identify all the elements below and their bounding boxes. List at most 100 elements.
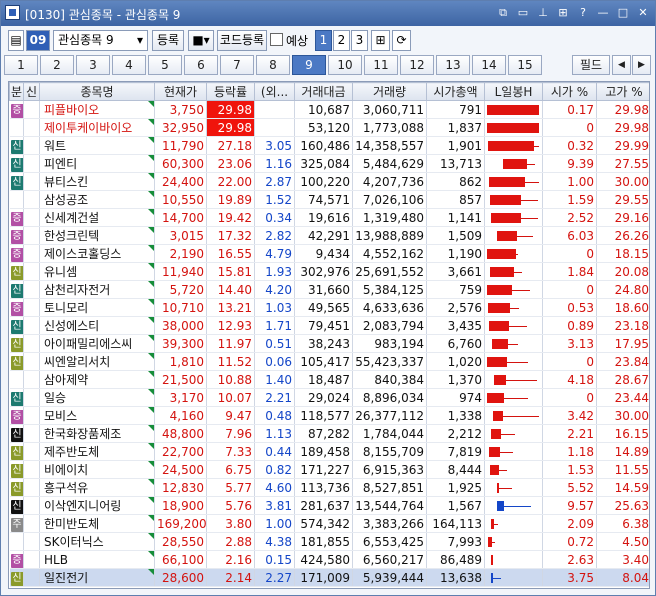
- new-flag-cell: [23, 262, 40, 281]
- table-row[interactable]: 삼아제약 21,500 10.88 1.40 18,487 840,384 1,370 4.1…: [9, 370, 649, 389]
- open-percent: 9.57: [542, 496, 597, 515]
- column-header[interactable]: 거래대금: [294, 82, 353, 101]
- stock-name: HLB: [39, 550, 155, 569]
- tab-3[interactable]: 3: [76, 55, 110, 75]
- stock-name-text: SK이터닉스: [44, 535, 104, 549]
- list-icon[interactable]: ▤: [8, 30, 24, 51]
- tab-13[interactable]: 13: [436, 55, 470, 75]
- tab-9[interactable]: 9: [292, 55, 326, 75]
- table-row[interactable]: 신 흥구석유 12,830 5.77 4.60 113,736 8,527,851 1,925…: [9, 478, 649, 497]
- change-rate: 19.42: [206, 208, 255, 227]
- tab-4[interactable]: 4: [112, 55, 146, 75]
- table-row[interactable]: 신 일진전기 28,600 2.14 2.27 171,009 5,939,444 13,63…: [9, 568, 649, 587]
- table-row[interactable]: 증 토니모리 10,710 13.21 1.03 49,565 4,633,636 2,576…: [9, 298, 649, 317]
- table-row[interactable]: 신 씨엔알리서치 1,810 11.52 0.06 105,417 55,423,337 1,…: [9, 352, 649, 371]
- table-row[interactable]: 증 한성크린텍 3,015 17.32 2.82 42,291 13,988,889 1,50…: [9, 226, 649, 245]
- register-button[interactable]: 등록: [152, 30, 184, 51]
- screen-icon[interactable]: ▭: [515, 5, 531, 21]
- refresh-icon[interactable]: ⟳: [392, 30, 411, 51]
- volume: 8,527,851: [352, 478, 427, 497]
- table-row[interactable]: 신 유니셈 11,940 15.81 1.93 302,976 25,691,552 3,66…: [9, 262, 649, 281]
- forecast-checkbox[interactable]: [270, 33, 283, 46]
- column-header[interactable]: L일봉H: [484, 82, 543, 101]
- tab-5[interactable]: 5: [148, 55, 182, 75]
- tab-10[interactable]: 10: [328, 55, 362, 75]
- market-cap: 7,819: [426, 442, 485, 461]
- table-row[interactable]: 신 이삭엔지니어링 18,900 5.76 3.81 281,637 13,544,764 1…: [9, 496, 649, 515]
- column-header[interactable]: 고가 %: [596, 82, 649, 101]
- menu-dropdown-button[interactable]: ■▾: [188, 30, 214, 51]
- volume: 14,358,557: [352, 136, 427, 155]
- column-header[interactable]: 신: [23, 82, 40, 101]
- close-icon[interactable]: ✕: [635, 5, 651, 21]
- column-header[interactable]: 시가 %: [542, 82, 597, 101]
- export-icon[interactable]: ⊞: [371, 30, 390, 51]
- badge-cell: 신: [9, 334, 24, 353]
- grid-icon[interactable]: ⊞: [555, 5, 571, 21]
- page-button-1[interactable]: 1: [315, 30, 332, 51]
- volume: 26,377,112: [352, 406, 427, 425]
- table-row[interactable]: 신 일승 3,170 10.07 2.21 29,024 8,896,034 974 0 23.4…: [9, 388, 649, 407]
- stock-name: 워트: [39, 136, 155, 155]
- market-badge: 신: [10, 337, 23, 352]
- flag-triangle-icon: [148, 443, 154, 449]
- tab-12[interactable]: 12: [400, 55, 434, 75]
- table-row[interactable]: 증 HLB 66,100 2.16 0.15 424,580 6,560,217 86,489…: [9, 550, 649, 569]
- table-row[interactable]: 신 워트 11,790 27.18 3.05 160,486 14,358,557 1,901…: [9, 136, 649, 155]
- table-row[interactable]: 신 아이패밀리에스씨 39,300 11.97 0.51 38,243 983,194 6,7…: [9, 334, 649, 353]
- table-row[interactable]: 삼성공조 10,550 19.89 1.52 74,571 7,026,106 857 1.5…: [9, 190, 649, 209]
- tab-1[interactable]: 1: [4, 55, 38, 75]
- table-row[interactable]: 제이투케이바이오 32,950 29.98 53,120 1,773,088 1,837 0…: [9, 118, 649, 137]
- trade-amount: 31,660: [294, 280, 353, 299]
- group-select[interactable]: 관심종목 9 ▾: [53, 30, 148, 51]
- table-row[interactable]: 신 뷰티스킨 24,400 22.00 2.87 100,220 4,207,736 862 1…: [9, 172, 649, 191]
- table-row[interactable]: 주 한미반도체 169,200 3.80 1.00 574,342 3,383,266 164…: [9, 514, 649, 533]
- market-badge: 신: [10, 481, 23, 496]
- tab-8[interactable]: 8: [256, 55, 290, 75]
- scroll-right-icon[interactable]: ▶: [632, 55, 651, 75]
- current-price: 21,500: [154, 370, 207, 389]
- app-icon: [5, 5, 20, 20]
- column-header[interactable]: 등락률: [206, 82, 255, 101]
- tab-14[interactable]: 14: [472, 55, 506, 75]
- link-icon[interactable]: ⧉: [495, 5, 511, 21]
- table-row[interactable]: 신 제주반도체 22,700 7.33 0.44 189,458 8,155,709 7,81…: [9, 442, 649, 461]
- table-row[interactable]: 신 비에이치 24,500 6.75 0.82 171,227 6,915,363 8,444…: [9, 460, 649, 479]
- table-row[interactable]: 증 모비스 4,160 9.47 0.48 118,577 26,377,112 1,338 3…: [9, 406, 649, 425]
- field-button[interactable]: 필드: [572, 55, 610, 75]
- column-header[interactable]: (외...: [254, 82, 295, 101]
- table-row[interactable]: 증 제이스코홀딩스 2,190 16.55 4.79 9,434 4,552,162 1,19…: [9, 244, 649, 263]
- scroll-left-icon[interactable]: ◀: [612, 55, 631, 75]
- daily-candle: [487, 138, 540, 154]
- minimize-icon[interactable]: —: [595, 5, 611, 21]
- candle-cell: [484, 172, 543, 191]
- open-percent: 0: [542, 244, 597, 263]
- open-percent: 5.52: [542, 478, 597, 497]
- table-row[interactable]: 신 한국화장품제조 48,800 7.96 1.13 87,282 1,784,044 2,2…: [9, 424, 649, 443]
- page-button-3[interactable]: 3: [351, 30, 368, 51]
- tab-11[interactable]: 11: [364, 55, 398, 75]
- table-row[interactable]: 증 신세계건설 14,700 19.42 0.34 19,616 1,319,480 1,14…: [9, 208, 649, 227]
- page-button-2[interactable]: 2: [333, 30, 350, 51]
- tab-7[interactable]: 7: [220, 55, 254, 75]
- table-row[interactable]: 신 피엔티 60,300 23.06 1.16 325,084 5,484,629 13,71…: [9, 154, 649, 173]
- column-header[interactable]: 시가총액: [426, 82, 485, 101]
- help-icon[interactable]: ?: [575, 5, 591, 21]
- code-box[interactable]: 09: [26, 30, 50, 51]
- tab-6[interactable]: 6: [184, 55, 218, 75]
- table-row[interactable]: 신 신성에스티 38,000 12.93 1.71 79,451 2,083,794 3,43…: [9, 316, 649, 335]
- table-row[interactable]: 신 삼천리자전거 5,720 14.40 4.20 31,660 5,384,125 759 0…: [9, 280, 649, 299]
- tab-15[interactable]: 15: [508, 55, 542, 75]
- column-header[interactable]: 분: [9, 82, 24, 101]
- table-row[interactable]: SK이터닉스 28,550 2.88 4.38 181,855 6,553,425 7,99…: [9, 532, 649, 551]
- table-row[interactable]: 증 피플바이오 3,750 29.98 10,687 3,060,711 791 0.17 29…: [9, 100, 649, 119]
- column-header[interactable]: 종목명: [39, 82, 155, 101]
- candle-body: [503, 158, 527, 169]
- code-register-button[interactable]: 코드등록: [217, 30, 267, 51]
- column-header[interactable]: 거래량: [352, 82, 427, 101]
- stock-name: 한국화장품제조: [39, 424, 155, 443]
- maximize-icon[interactable]: □: [615, 5, 631, 21]
- pin-icon[interactable]: ⊥: [535, 5, 551, 21]
- tab-2[interactable]: 2: [40, 55, 74, 75]
- column-header[interactable]: 현재가: [154, 82, 207, 101]
